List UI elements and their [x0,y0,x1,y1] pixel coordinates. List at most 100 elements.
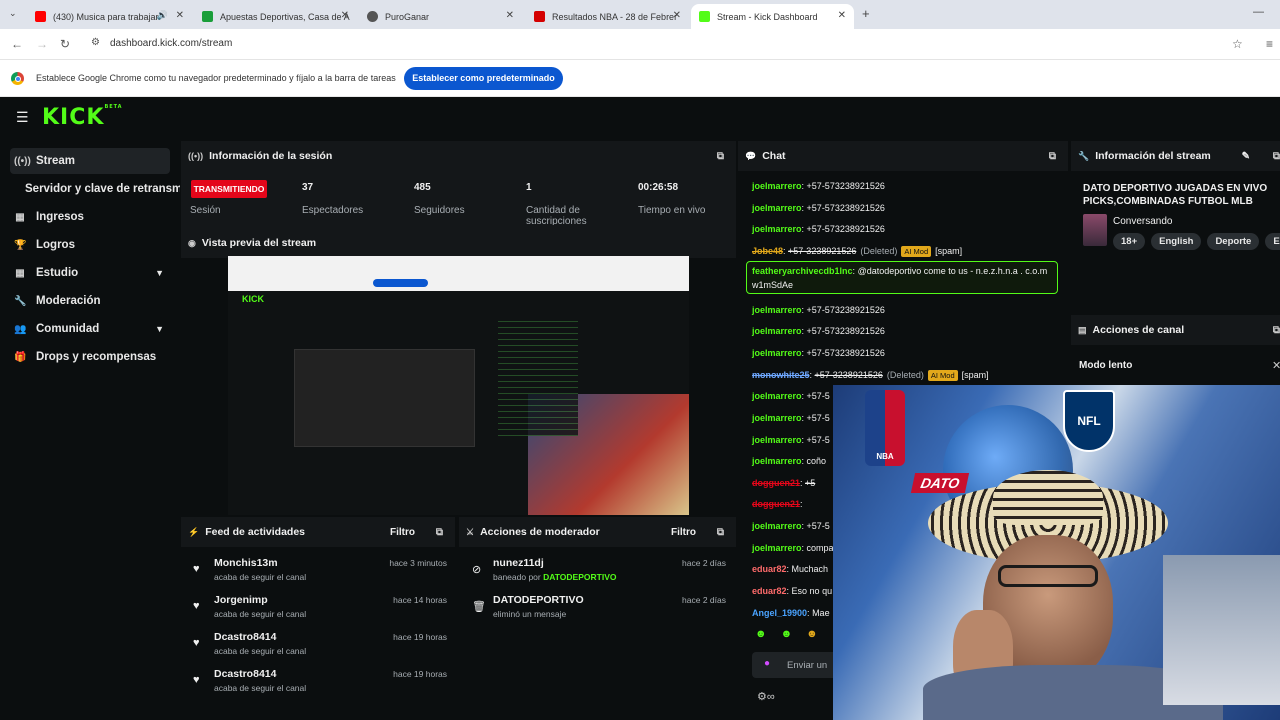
filter-button[interactable]: Filtro [390,527,415,538]
slow-mode-label[interactable]: Modo lento [1079,360,1132,371]
address-bar-row: ← → ↻ ⚙ dashboard.kick.com/stream ☆ ≡ [0,29,1280,60]
mod-action-time: hace 2 días [682,595,726,605]
kick-logo[interactable]: KICKBETA [42,104,123,130]
mute-icon[interactable]: 🔊 [157,10,168,21]
activity-action: acaba de seguir el canal [214,609,307,619]
chat-username[interactable]: joelmarrero [752,413,802,423]
chat-message: joelmarrero: +57-5 [752,435,830,445]
chat-username[interactable]: eduar82 [752,586,787,596]
chat-username[interactable]: dogguen21 [752,499,800,509]
mic-icon[interactable]: ● [764,658,770,669]
mod-action-text: baneado por DATODEPORTIVO [493,572,617,582]
sidebar-item-ingresos[interactable]: ▦ Ingresos [10,204,170,230]
kick-topbar: ☰ KICKBETA [0,97,1280,140]
nfl-logo: NFL [1063,390,1115,452]
chat-username[interactable]: joelmarrero [752,224,802,234]
sidebar-item-logros[interactable]: 🏆 Logros [10,232,170,258]
mod-target-user[interactable]: nunez11dj [493,557,544,569]
chat-username[interactable]: featheryarchivecdb1lnc [752,266,853,276]
tab-title: PuroGanar [385,11,430,22]
new-tab-icon[interactable]: + [862,6,870,21]
menu-icon[interactable]: ≡ [1266,37,1273,51]
hamburger-menu-icon[interactable]: ☰ [16,109,29,126]
popout-icon[interactable]: ⧉ [717,527,724,538]
tab-search-icon[interactable]: ⌄ [9,8,17,19]
chat-text: compa [806,543,834,553]
mod-target-user[interactable]: DATODEPORTIVO [493,594,584,606]
back-icon[interactable]: ← [11,37,23,51]
mod-by-user[interactable]: DATODEPORTIVO [543,572,616,582]
chat-username[interactable]: monowhite25 [752,370,810,380]
close-tab-icon[interactable]: ✕ [673,10,681,21]
browser-tab[interactable]: Apuestas Deportivas, Casa de A ✕ [194,4,357,29]
browser-tab[interactable]: PuroGanar ✕ [359,4,522,29]
chat-message: Angel_19900: Mae [752,608,830,618]
browser-tab[interactable]: Resultados NBA - 28 de Febrer ✕ [526,4,689,29]
panel-header: ▤ Acciones de canal ⧉ [1071,315,1280,345]
chat-username[interactable]: joelmarrero [752,203,802,213]
close-tab-icon[interactable]: ✕ [506,10,514,21]
popout-icon[interactable]: ⧉ [1049,151,1056,162]
chat-username[interactable]: dogguen21 [752,478,800,488]
chat-text: +57-573238921526 [806,326,885,336]
activity-user[interactable]: Monchis13m [214,557,278,569]
chat-username[interactable]: joelmarrero [752,456,802,466]
url-input[interactable]: dashboard.kick.com/stream [110,38,232,49]
tag-chip[interactable]: Espa [1265,233,1280,250]
chat-username[interactable]: joelmarrero [752,326,802,336]
chat-input[interactable]: ● Enviar un [752,652,842,678]
dato-overlay-text: DATO [910,473,970,493]
chat-username[interactable]: Angel_19900 [752,608,807,618]
chat-username[interactable]: joelmarrero [752,181,802,191]
chat-username[interactable]: joelmarrero [752,348,802,358]
emote-icon[interactable]: ☻ [806,628,818,640]
forward-icon[interactable]: → [36,37,48,51]
popout-icon[interactable]: ⧉ [1273,325,1280,336]
tag-chip[interactable]: Deporte [1207,233,1260,250]
close-tab-icon[interactable]: ✕ [176,10,184,21]
sidebar-item-estudio[interactable]: ▦ Estudio ▼ [10,260,170,286]
sidebar-item-stream[interactable]: ((•)) Stream [10,148,170,174]
popout-icon[interactable]: ⧉ [717,151,724,162]
activity-user[interactable]: Dcastro8414 [214,668,276,680]
emote-icon[interactable]: ☻ [755,628,767,640]
category-name[interactable]: Conversando [1113,216,1172,227]
sidebar-item-moderacion[interactable]: 🔧 Moderación [10,288,170,314]
browser-tab[interactable]: (430) Musica para trabajar 🔊 ✕ [27,4,192,29]
activity-user[interactable]: Jorgenimp [214,594,268,606]
site-settings-icon[interactable]: ⚙ [91,37,100,48]
tag-chip[interactable]: 18+ [1113,233,1146,250]
chat-username[interactable]: joelmarrero [752,435,802,445]
reload-icon[interactable]: ↻ [60,37,70,51]
close-icon[interactable]: ✕ [1272,359,1280,372]
emote-icon[interactable]: ☻ [781,628,793,640]
tag-chip[interactable]: English [1151,233,1202,250]
browser-tab-active[interactable]: Stream - Kick Dashboard ✕ [691,4,854,29]
edit-pencil-icon[interactable]: ✎ [1242,151,1250,162]
popout-icon[interactable]: ⧉ [436,527,443,538]
chat-username[interactable]: Jobe48 [752,246,783,256]
chat-username[interactable]: joelmarrero [752,305,802,315]
wrench-icon: 🔧 [1078,150,1090,161]
stream-preview-video[interactable]: KICK [228,256,689,515]
popout-icon[interactable]: ⧉ [1273,151,1280,162]
sidebar-item-server-key[interactable]: Servidor y clave de retransm [21,176,180,202]
followers-label: Seguidores [414,205,465,216]
set-default-button[interactable]: Establecer como predeterminado [404,67,563,90]
chat-username[interactable]: eduar82 [752,564,787,574]
close-tab-icon[interactable]: ✕ [838,10,846,21]
filter-button[interactable]: Filtro [671,527,696,538]
bookmark-star-icon[interactable]: ☆ [1232,37,1243,51]
activity-user[interactable]: Dcastro8414 [214,631,276,643]
sidebar-item-comunidad[interactable]: 👥 Comunidad ▼ [10,316,170,342]
category-thumbnail[interactable] [1083,214,1107,246]
chat-username[interactable]: joelmarrero [752,543,802,553]
chat-message: joelmarrero: +57-5 [752,413,830,423]
mod-action-text: eliminó un mensaje [493,609,567,619]
chat-username[interactable]: joelmarrero [752,521,802,531]
minimize-icon[interactable]: — [1253,6,1264,18]
chat-username[interactable]: joelmarrero [752,391,802,401]
settings-icon[interactable]: ⚙∞ [757,690,775,703]
close-tab-icon[interactable]: ✕ [341,10,349,21]
sidebar-item-drops[interactable]: 🎁 Drops y recompensas [10,344,170,370]
